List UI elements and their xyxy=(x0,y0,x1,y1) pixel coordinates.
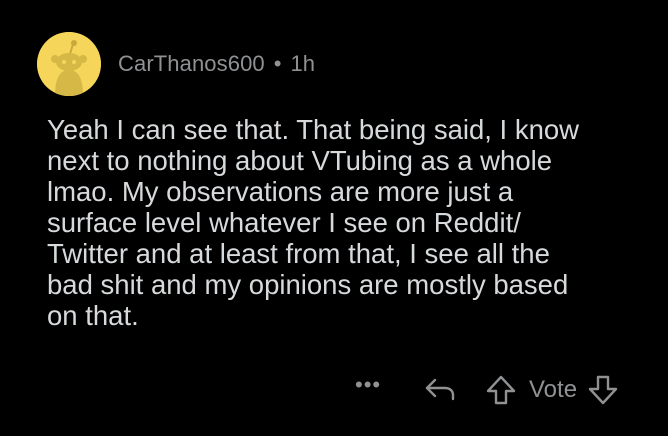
upvote-arrow-icon xyxy=(486,375,516,405)
comment-actions: ••• Vote xyxy=(355,370,619,410)
reply-arrow-icon xyxy=(425,378,455,401)
comment-header: CarThanos600 • 1h xyxy=(37,32,315,96)
downvote-arrow-icon xyxy=(588,375,618,405)
reply-button[interactable] xyxy=(423,375,457,405)
more-options-button[interactable]: ••• xyxy=(355,372,395,398)
separator-dot: • xyxy=(273,51,282,76)
vote-label: Vote xyxy=(529,376,578,403)
username[interactable]: CarThanos600 xyxy=(118,51,265,77)
comment-body: Yeah I can see that. That being said, I … xyxy=(47,114,580,331)
avatar[interactable] xyxy=(37,32,101,96)
upvote-button[interactable] xyxy=(485,374,517,406)
timestamp: 1h xyxy=(290,51,315,76)
downvote-button[interactable] xyxy=(587,374,619,406)
snoo-avatar-icon xyxy=(37,32,101,96)
comment: CarThanos600 • 1h Yeah I can see that. T… xyxy=(0,0,668,436)
